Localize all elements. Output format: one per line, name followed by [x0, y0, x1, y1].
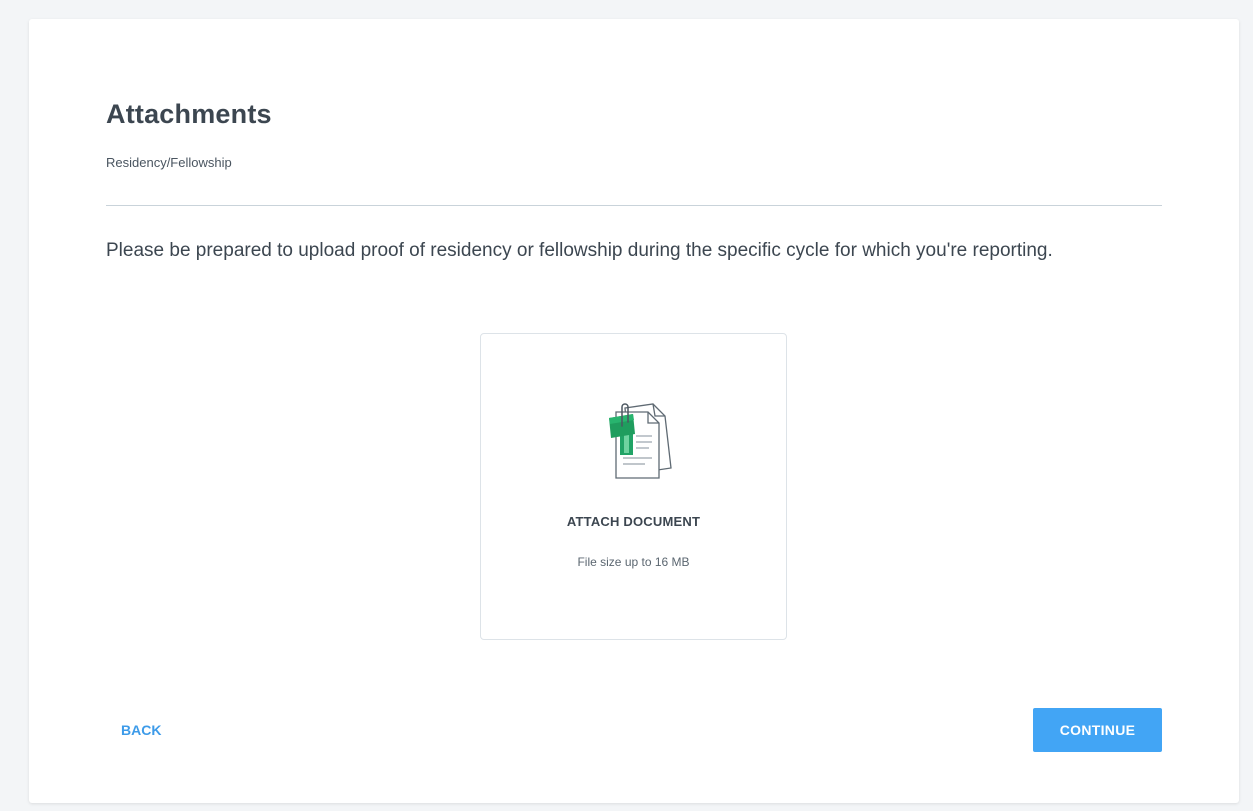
divider — [106, 205, 1162, 206]
page-subtitle: Residency/Fellowship — [106, 155, 232, 170]
main-card: Attachments Residency/Fellowship Please … — [29, 19, 1239, 803]
continue-button[interactable]: CONTINUE — [1033, 708, 1162, 752]
back-button[interactable]: BACK — [101, 708, 181, 752]
document-with-paperclip-icon — [609, 403, 672, 479]
attach-document-label: ATTACH DOCUMENT — [566, 514, 701, 529]
instructions-text: Please be prepared to upload proof of re… — [106, 240, 1053, 261]
file-size-note: File size up to 16 MB — [577, 555, 690, 569]
page-title: Attachments — [106, 99, 272, 129]
attach-document-tile[interactable]: ATTACH DOCUMENT File size up to 16 MB — [480, 333, 787, 640]
